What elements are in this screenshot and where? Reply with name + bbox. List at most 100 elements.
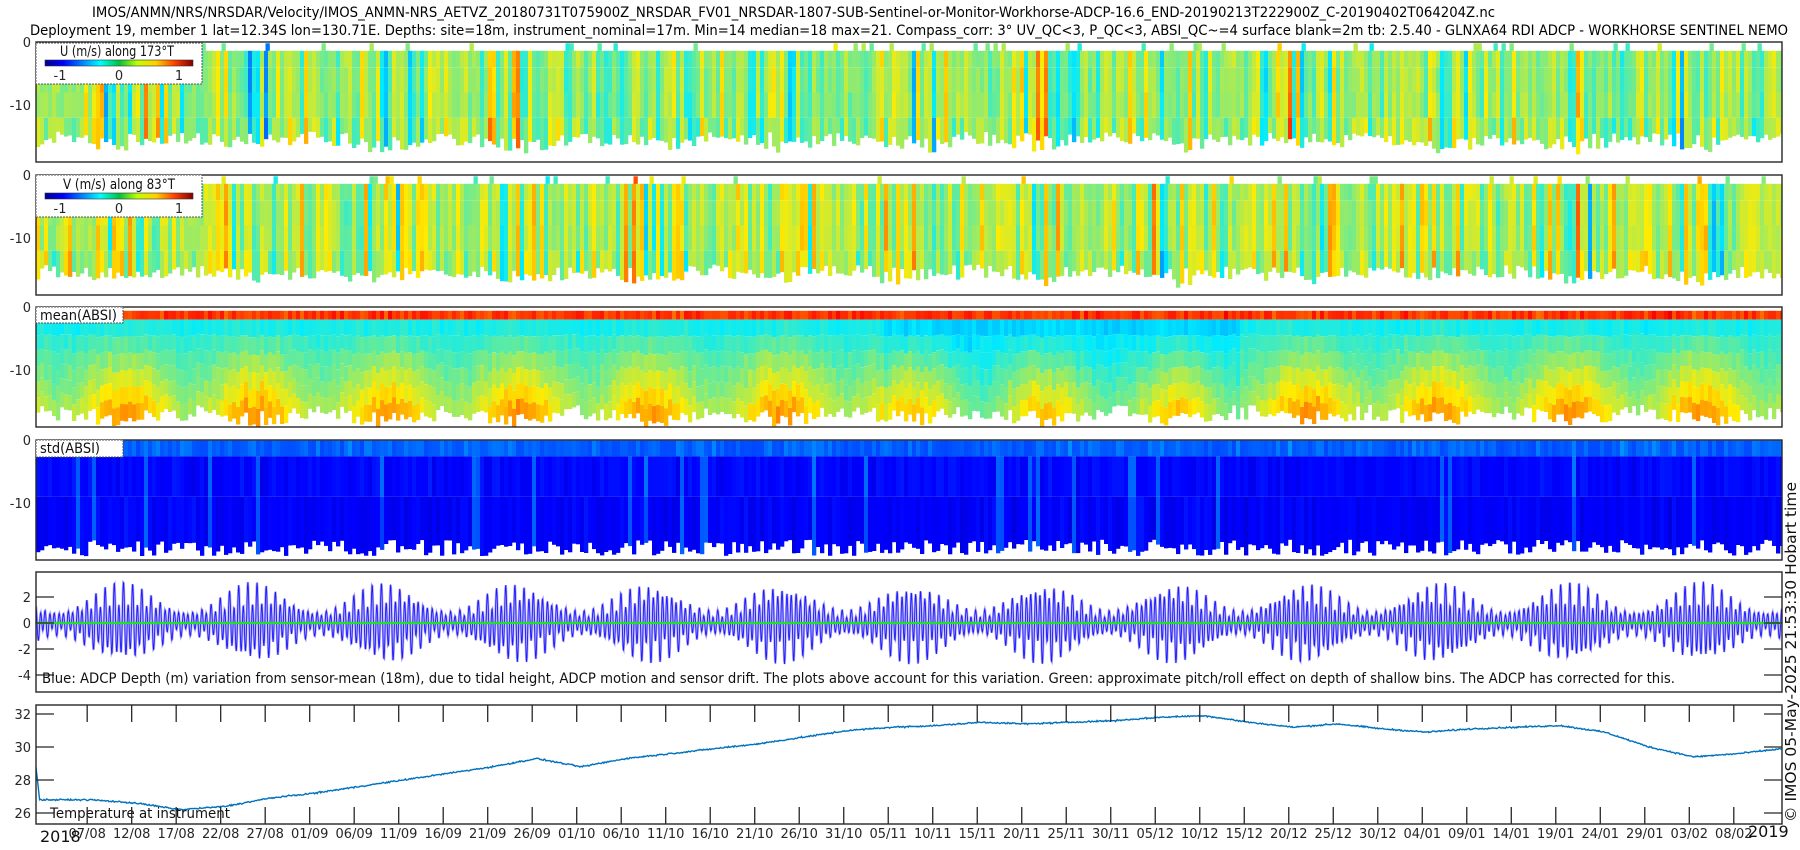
heatmap-cell (960, 50, 965, 68)
heatmap-cell (380, 200, 385, 226)
heatmap-cell (740, 368, 745, 385)
heatmap-cell (1488, 67, 1493, 93)
heatmap-cell (232, 67, 237, 93)
heatmap-cell (1064, 67, 1069, 93)
heatmap-cell (452, 368, 457, 385)
heatmap-cell (1072, 92, 1077, 118)
heatmap-cell (1764, 183, 1769, 201)
heatmap-cell (220, 368, 225, 385)
heatmap-cell (972, 183, 977, 201)
heatmap-cell (1108, 50, 1113, 68)
heatmap-cell (148, 92, 153, 118)
heatmap-cell (1752, 92, 1757, 118)
heatmap-cell (1376, 117, 1381, 136)
heatmap-cell (1564, 183, 1569, 201)
heatmap-cell (192, 384, 197, 401)
heatmap-cell (1316, 200, 1321, 226)
heatmap-cell (1196, 92, 1201, 118)
heatmap-cell (1352, 200, 1357, 226)
heatmap-cell (784, 200, 789, 226)
heatmap-cell (756, 117, 761, 145)
heatmap-cell (1496, 50, 1501, 68)
heatmap-cell (76, 351, 81, 368)
heatmap-cell (1120, 183, 1125, 201)
heatmap-cell (888, 117, 893, 145)
heatmap-cell (792, 396, 797, 413)
heatmap-cell (528, 386, 533, 404)
heatmap-cell (1412, 225, 1417, 251)
heatmap-cell (1008, 117, 1013, 145)
heatmap-cell (1116, 200, 1121, 226)
heatmap-cell (1292, 200, 1297, 226)
heatmap-cell (972, 250, 977, 271)
heatmap-cell (568, 183, 573, 201)
heatmap-cell (352, 250, 357, 275)
heatmap-cell (296, 50, 301, 68)
heatmap-cell (1392, 200, 1397, 226)
heatmap-cell (712, 92, 717, 118)
heatmap-cell (704, 319, 709, 335)
heatmap-cell (664, 337, 669, 355)
heatmap-cell (360, 200, 365, 226)
heatmap-cell (636, 310, 641, 320)
u-velocity-heatmap (36, 43, 1782, 155)
heatmap-cell (1064, 183, 1069, 201)
heatmap-cell (976, 67, 981, 93)
heatmap-cell (1284, 117, 1289, 144)
heatmap-cell (92, 364, 97, 380)
heatmap-cell (1088, 225, 1093, 251)
heatmap-cell (1456, 117, 1461, 140)
heatmap-cell (244, 366, 249, 382)
heatmap-cell (108, 351, 113, 368)
heatmap-cell (1016, 92, 1021, 118)
heatmap-cell (824, 250, 829, 266)
heatmap-cell (44, 117, 49, 140)
heatmap-cell (1276, 250, 1281, 273)
heatmap-cell (384, 225, 389, 251)
heatmap-cell (920, 67, 925, 93)
heatmap-cell (584, 200, 589, 226)
heatmap-cell (1508, 92, 1513, 118)
heatmap-cell (1340, 92, 1345, 118)
heatmap-cell (1584, 50, 1589, 68)
heatmap-cell (600, 225, 605, 251)
heatmap-cell (476, 92, 481, 118)
heatmap-cell (1444, 50, 1449, 68)
heatmap-cell (1348, 250, 1353, 271)
heatmap-cell (660, 319, 665, 337)
heatmap-cell (676, 183, 681, 201)
heatmap-cell (348, 67, 353, 93)
heatmap-cell (1684, 225, 1689, 251)
heatmap-cell (1520, 200, 1525, 226)
heatmap-cell (1509, 43, 1514, 51)
heatmap-cell (1120, 250, 1125, 266)
heatmap-cell (1060, 225, 1065, 251)
heatmap-cell (452, 67, 457, 93)
heatmap-cell (448, 381, 453, 398)
heatmap-cell (1776, 67, 1781, 93)
heatmap-cell (1236, 117, 1241, 140)
heatmap-cell (1336, 117, 1341, 143)
heatmap-cell (436, 349, 441, 365)
heatmap-cell (932, 50, 937, 68)
heatmap-cell (1360, 183, 1365, 201)
heatmap-cell (1024, 183, 1029, 201)
heatmap-cell (512, 67, 517, 93)
heatmap-cell (792, 225, 797, 251)
heatmap-cell (372, 396, 377, 413)
heatmap-cell (1232, 250, 1237, 269)
heatmap-cell (776, 371, 781, 389)
heatmap-cell (248, 319, 253, 338)
heatmap-cell (524, 117, 529, 154)
heatmap-cell (1088, 67, 1093, 93)
heatmap-cell (600, 310, 605, 320)
heatmap-cell (292, 117, 297, 142)
heatmap-cell (620, 366, 625, 383)
heatmap-cell (216, 183, 221, 201)
heatmap-cell (864, 200, 869, 226)
heatmap-cell (564, 67, 569, 93)
heatmap-cell (316, 200, 321, 226)
heatmap-cell (1044, 50, 1049, 68)
heatmap-cell (808, 67, 813, 93)
heatmap-cell (608, 401, 613, 419)
